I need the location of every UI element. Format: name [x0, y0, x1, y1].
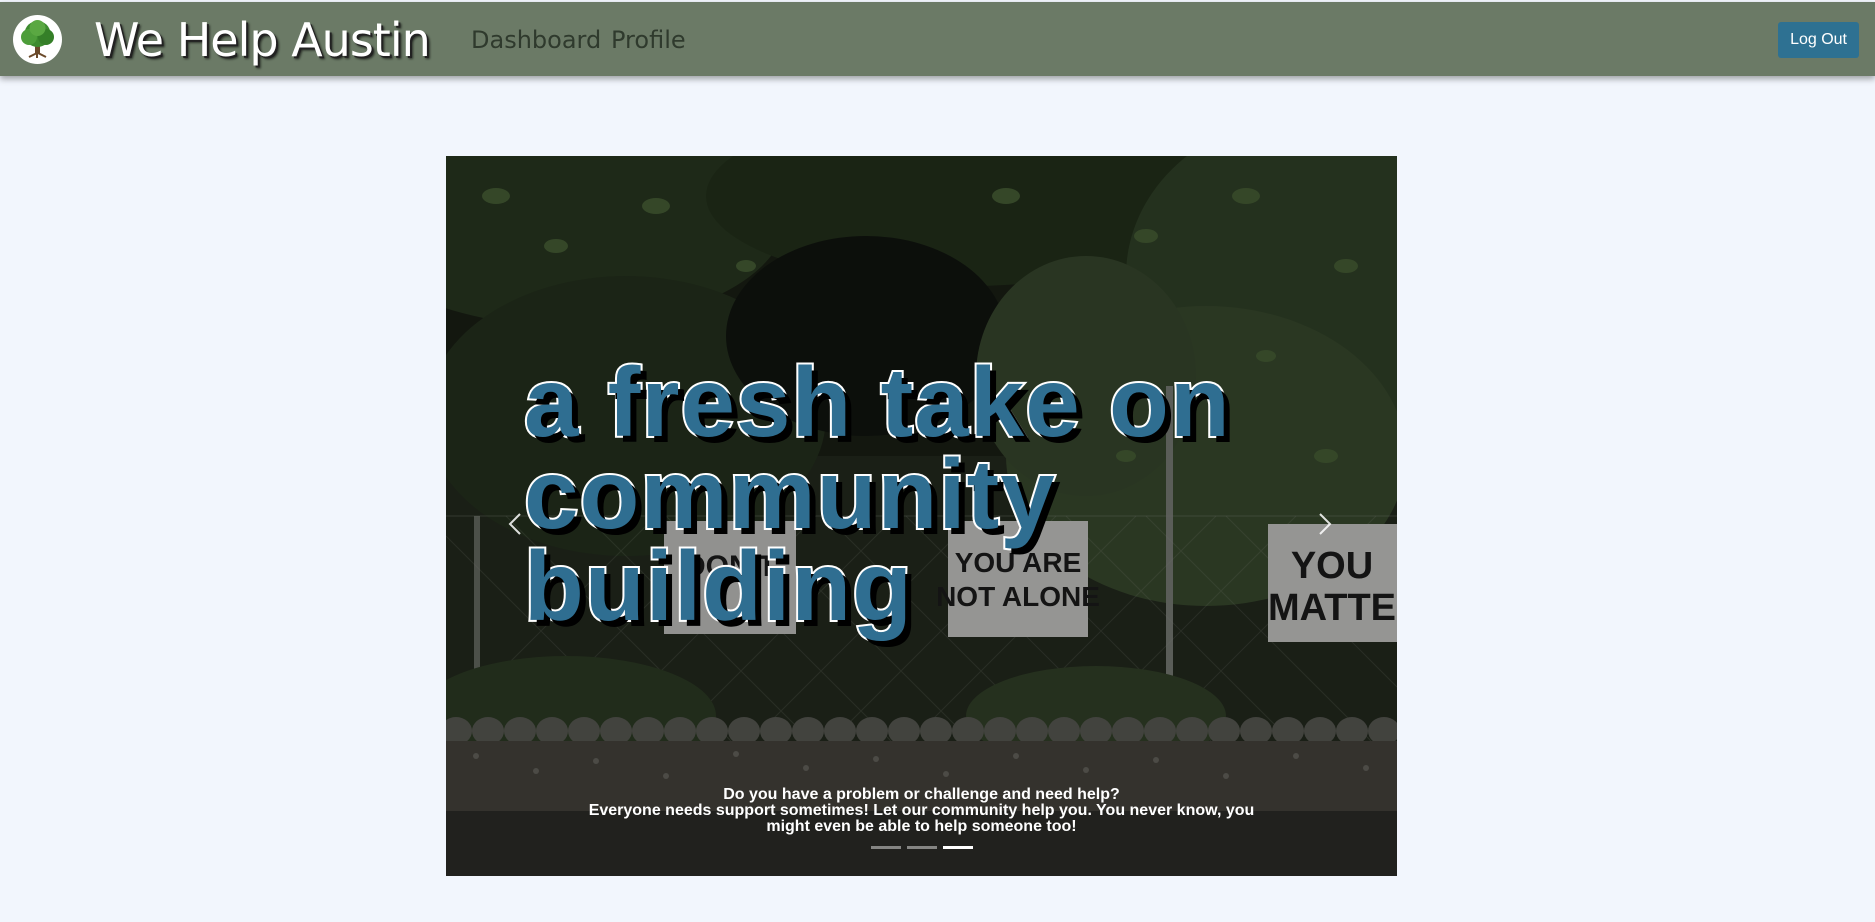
nav-link-dashboard[interactable]: Dashboard: [471, 24, 601, 56]
caption-text: Everyone needs support sometimes! Let ou…: [588, 802, 1255, 835]
carousel-indicator-1[interactable]: [871, 846, 901, 849]
hero-carousel: DON'T YOU ARE NOT ALONE YOU MATTE a fres…: [446, 156, 1397, 876]
carousel-next-button[interactable]: [1304, 494, 1344, 554]
hero-headline: a fresh take on community building: [522, 347, 1232, 641]
carousel-caption: Do you have a problem or challenge and n…: [566, 787, 1277, 835]
carousel-indicators: [871, 846, 973, 852]
carousel-indicator-3[interactable]: [943, 846, 973, 849]
logout-button[interactable]: Log Out: [1778, 22, 1859, 58]
caption-title: Do you have a problem or challenge and n…: [723, 786, 1120, 803]
brand-title[interactable]: We Help Austin: [94, 12, 431, 68]
chevron-right-icon: [1319, 513, 1332, 535]
carousel-prev-button[interactable]: [496, 494, 536, 554]
top-navbar: We Help Austin Dashboard Profile Log Out: [0, 2, 1875, 76]
nav-link-profile[interactable]: Profile: [611, 24, 686, 56]
carousel-indicator-2[interactable]: [907, 846, 937, 849]
chevron-left-icon: [508, 513, 521, 535]
tree-logo-icon[interactable]: [13, 15, 62, 64]
